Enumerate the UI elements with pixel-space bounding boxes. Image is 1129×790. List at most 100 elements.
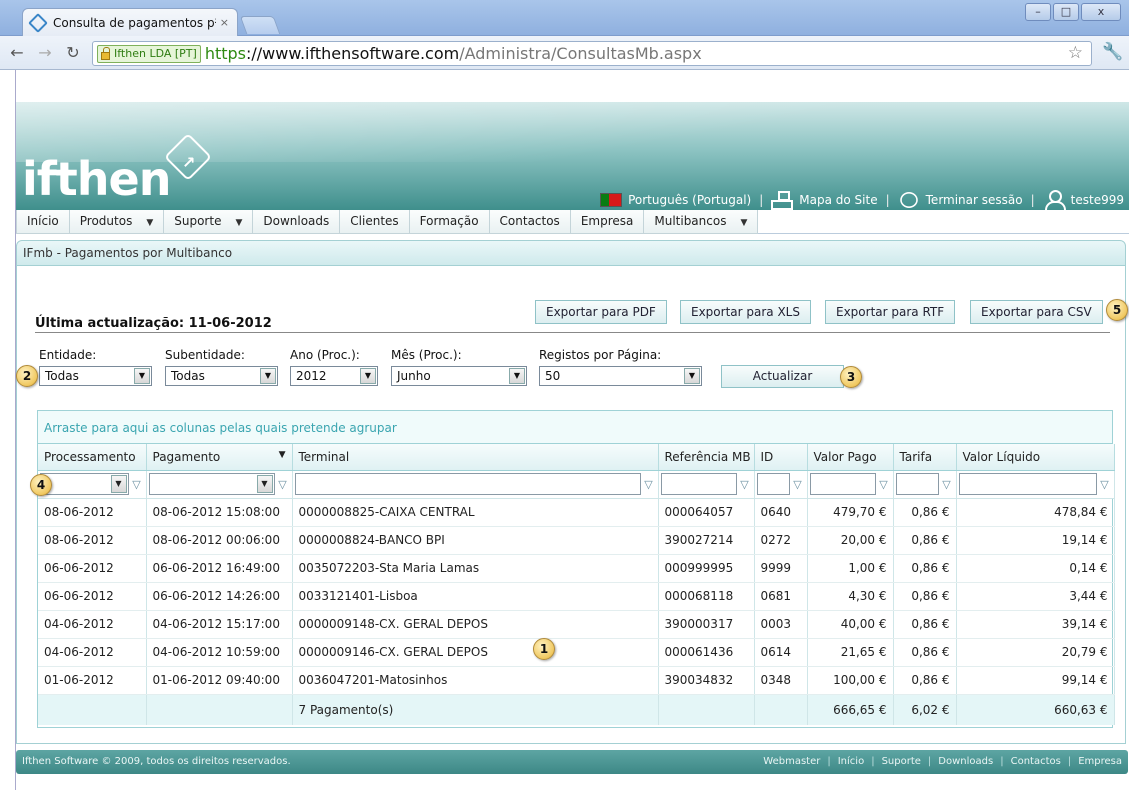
filter-input[interactable]: ▼ (40, 473, 129, 495)
filter-icon[interactable]: ▽ (791, 478, 805, 491)
chevron-down-icon[interactable]: ▼ (509, 368, 525, 384)
filter-icon[interactable]: ▽ (940, 478, 954, 491)
table-row[interactable]: 06-06-2012 06-06-2012 16:49:00 0035072203-… (38, 554, 1115, 583)
menu-item-produtos[interactable]: Produtos ▼ (68, 210, 165, 234)
export-csv-button[interactable]: Exportar para CSV (970, 300, 1103, 324)
entidade-select[interactable]: Todas ▼ (39, 366, 152, 386)
table-cell: 19,14 € (956, 526, 1115, 555)
menu-item-downloads[interactable]: Downloads (252, 210, 341, 234)
wrench-icon[interactable]: 🔧 (1102, 42, 1123, 62)
chevron-down-icon[interactable]: ▼ (134, 368, 150, 384)
minimize-button[interactable]: – (1025, 3, 1051, 21)
footer-link[interactable]: Empresa (1078, 756, 1122, 767)
filter-input[interactable]: ▼ (148, 473, 275, 495)
site-footer: Ifthen Software © 2009, todos os direito… (16, 750, 1128, 774)
subentidade-select[interactable]: Todas ▼ (165, 366, 278, 386)
column-header[interactable]: Terminal (292, 444, 659, 471)
filter-icon[interactable]: ▽ (877, 478, 891, 491)
filter-icon[interactable]: ▽ (642, 478, 656, 491)
filter-cell: ▼ ▽ (146, 470, 293, 499)
column-header[interactable]: Valor Líquido (956, 444, 1115, 471)
chevron-down-icon[interactable]: ▼ (360, 368, 376, 384)
sort-desc-icon[interactable]: ▼ (279, 450, 286, 460)
menu-item-multibancos[interactable]: Multibancos ▼ (643, 210, 759, 234)
filter-input[interactable] (958, 473, 1097, 495)
table-cell: 06-06-2012 16:49:00 (146, 554, 293, 583)
totals-cell-empty (146, 693, 293, 725)
table-cell: 40,00 € (807, 610, 894, 639)
export-xls-button[interactable]: Exportar para XLS (680, 300, 811, 324)
filter-cell: ▼ ▽ (38, 470, 147, 499)
bookmark-star-icon[interactable]: ☆ (1068, 43, 1083, 63)
tab-close-icon[interactable]: × (220, 16, 229, 29)
chevron-down-icon[interactable]: ▼ (110, 475, 127, 493)
table-row[interactable]: 06-06-2012 06-06-2012 14:26:00 0033121401-… (38, 582, 1115, 611)
table-cell: 0003 (754, 610, 808, 639)
chevron-down-icon[interactable]: ▼ (256, 475, 273, 493)
filter-input[interactable] (756, 473, 790, 495)
column-header[interactable]: Valor Pago (807, 444, 894, 471)
security-indicator[interactable]: Ifthen LDA [PT] (97, 44, 201, 63)
reload-icon[interactable]: ↻ (62, 43, 84, 62)
registos-select[interactable]: 50 ▼ (539, 366, 702, 386)
table-row[interactable]: 04-06-2012 04-06-2012 10:59:00 0000009146-… (38, 638, 1115, 667)
sitemap-link[interactable]: Mapa do Site (799, 193, 877, 207)
close-window-button[interactable]: x (1081, 3, 1121, 21)
column-header-label: Referência MB (664, 449, 751, 464)
filter-input[interactable] (809, 473, 876, 495)
footer-link[interactable]: Webmaster (763, 756, 820, 767)
user-link[interactable]: teste999 (1071, 193, 1124, 207)
table-row[interactable]: 01-06-2012 01-06-2012 09:40:00 0036047201-… (38, 666, 1115, 695)
table-cell: 0,86 € (893, 554, 957, 583)
mes-select[interactable]: Junho ▼ (391, 366, 527, 386)
chevron-down-icon[interactable]: ▼ (260, 368, 276, 384)
menu-item-in-cio[interactable]: Início (16, 210, 70, 234)
column-header[interactable]: ID (754, 444, 808, 471)
column-header[interactable]: Pagamento ▼ (146, 444, 293, 471)
back-arrow-icon[interactable]: ← (6, 43, 28, 62)
footer-link[interactable]: Contactos (1011, 756, 1061, 767)
filter-icon[interactable]: ▽ (130, 478, 144, 491)
footer-link[interactable]: Início (838, 756, 864, 767)
menu-item-forma-o[interactable]: Formação (408, 210, 490, 234)
update-button[interactable]: Actualizar (721, 365, 844, 388)
annotation-badge-3: 3 (840, 366, 862, 388)
group-by-area[interactable]: Arraste para aqui as colunas pelas quais… (38, 411, 1112, 444)
table-cell: 99,14 € (956, 666, 1115, 695)
chevron-down-icon[interactable]: ▼ (684, 368, 700, 384)
column-header[interactable]: Processamento (38, 444, 147, 471)
table-row[interactable]: 04-06-2012 04-06-2012 15:17:00 0000009148-… (38, 610, 1115, 639)
site-logo[interactable]: ifthen (22, 152, 171, 206)
table-row[interactable]: 08-06-2012 08-06-2012 00:06:00 0000008824-… (38, 526, 1115, 555)
column-header[interactable]: Tarifa (893, 444, 957, 471)
menu-item-empresa[interactable]: Empresa (569, 210, 645, 234)
browser-tab[interactable]: Consulta de pagamentos p² × (22, 8, 238, 36)
language-link[interactable]: Português (Portugal) (628, 193, 751, 207)
logout-link[interactable]: Terminar sessão (926, 193, 1023, 207)
filter-input[interactable] (660, 473, 737, 495)
table-row[interactable]: 08-06-2012 08-06-2012 15:08:00 0000008825-… (38, 498, 1115, 527)
forward-arrow-icon[interactable]: → (34, 43, 56, 62)
menu-item-suporte[interactable]: Suporte ▼ (163, 210, 254, 234)
footer-link[interactable]: Suporte (882, 756, 921, 767)
export-rtf-button[interactable]: Exportar para RTF (825, 300, 956, 324)
filter-icon[interactable]: ▽ (1098, 478, 1112, 491)
maximize-button[interactable]: □ (1053, 3, 1079, 21)
footer-link[interactable]: Downloads (938, 756, 993, 767)
column-header[interactable]: Referência MB (658, 444, 755, 471)
filter-box: ▼ ▽ (148, 473, 290, 495)
filter-icon[interactable]: ▽ (276, 478, 290, 491)
table-cell: 0614 (754, 638, 808, 667)
filter-input[interactable] (294, 473, 641, 495)
url-scheme: https (204, 44, 246, 63)
filter-input[interactable] (895, 473, 939, 495)
ano-select[interactable]: 2012 ▼ (290, 366, 378, 386)
payments-grid: Arraste para aqui as colunas pelas quais… (37, 410, 1115, 728)
export-pdf-button[interactable]: Exportar para PDF (535, 300, 667, 324)
filter-icon[interactable]: ▽ (738, 478, 752, 491)
column-header-label: Valor Líquido (962, 449, 1041, 464)
menu-item-clientes[interactable]: Clientes (339, 210, 410, 234)
menu-item-contactos[interactable]: Contactos (488, 210, 571, 234)
new-tab-button[interactable] (239, 16, 281, 34)
address-bar[interactable]: Ifthen LDA [PT] https://www.ifthensoftwa… (92, 41, 1092, 66)
